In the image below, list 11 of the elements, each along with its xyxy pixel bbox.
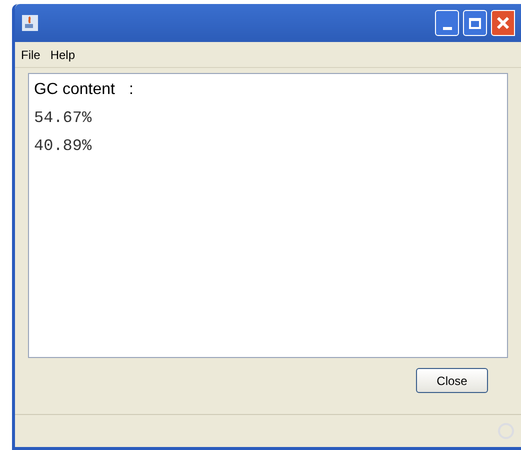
menu-item[interactable]: File — [21, 46, 40, 64]
close-dialog-button[interactable]: Close — [416, 368, 488, 393]
output-value: 40.89% — [34, 136, 93, 157]
close-icon — [496, 16, 510, 30]
maximize-button[interactable] — [463, 10, 487, 36]
separator: : — [128, 80, 134, 100]
close-button[interactable] — [491, 10, 515, 36]
output-value: 54.67% — [34, 108, 93, 129]
menu-item[interactable]: Help — [50, 46, 76, 64]
output-heading: GC content — [34, 80, 115, 100]
minimize-button[interactable] — [435, 10, 459, 36]
